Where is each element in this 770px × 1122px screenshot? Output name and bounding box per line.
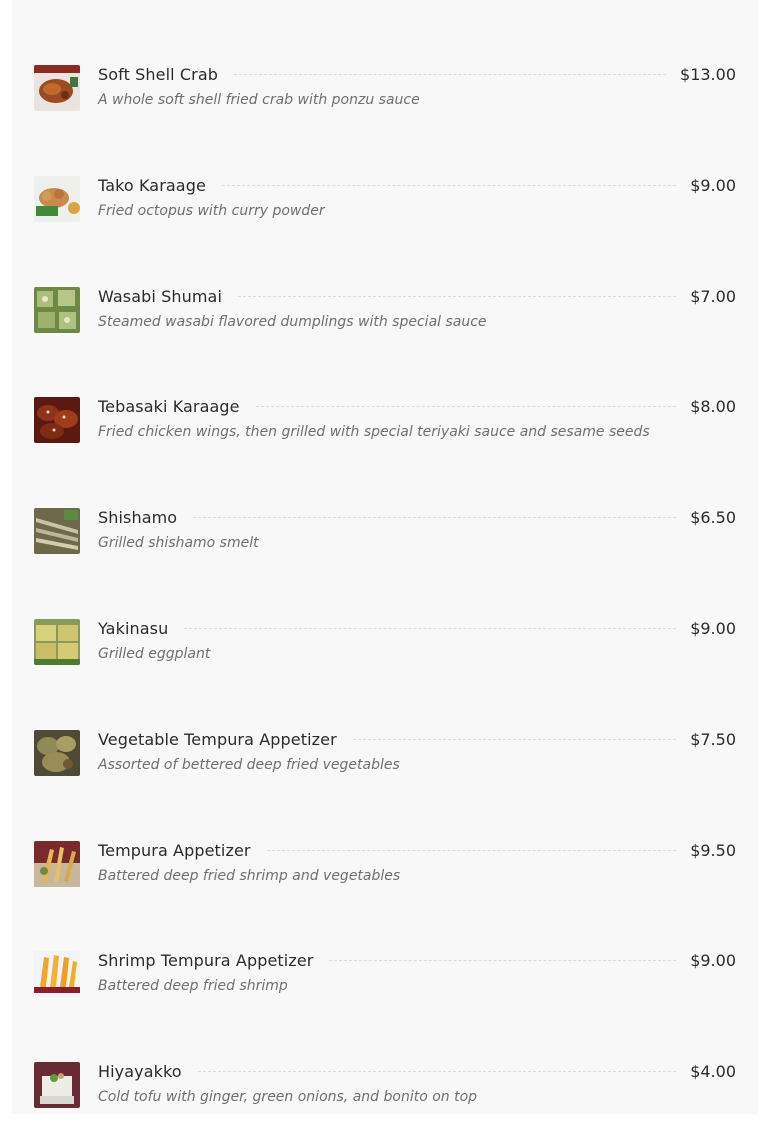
- yakinasu-photo[interactable]: [34, 619, 80, 665]
- menu-item-price: $6.50: [690, 507, 736, 527]
- menu-item-price: $7.50: [690, 729, 736, 749]
- menu-item-tako-karaage[interactable]: Tako Karaage $9.00 Fried octopus with cu…: [34, 176, 736, 236]
- menu-item-description: Battered deep fried shrimp and vegetable…: [98, 868, 401, 884]
- tempura-appetizer-photo[interactable]: [34, 841, 80, 887]
- menu-item-title-row: Hiyayakko $4.00: [98, 1061, 736, 1081]
- menu-item-title-row: Shishamo $6.50: [98, 507, 736, 527]
- menu-item-price: $9.00: [690, 618, 736, 638]
- menu-item-name: Yakinasu: [98, 618, 169, 638]
- soft-shell-crab-photo[interactable]: [34, 65, 80, 111]
- menu-item-name: Wasabi Shumai: [98, 286, 223, 306]
- menu-item-description: Grilled shishamo smelt: [98, 535, 259, 551]
- dotted-leader: [233, 73, 667, 75]
- menu-item-title-row: Vegetable Tempura Appetizer $7.50: [98, 729, 736, 749]
- menu-item-price: $8.00: [690, 396, 736, 416]
- dotted-leader: [184, 627, 677, 629]
- menu-item-tebasaki-karaage[interactable]: Tebasaki Karaage $8.00 Fried chicken win…: [34, 397, 736, 457]
- menu-item-price: $9.00: [690, 175, 736, 195]
- shrimp-tempura-photo[interactable]: [34, 951, 80, 997]
- menu-item-name: Hiyayakko: [98, 1061, 182, 1081]
- dotted-leader: [266, 849, 677, 851]
- menu-item-soft-shell-crab[interactable]: Soft Shell Crab $13.00 A whole soft shel…: [34, 65, 736, 125]
- menu-item-price: $13.00: [680, 64, 736, 84]
- menu-item-description: Fried octopus with curry powder: [98, 203, 325, 219]
- dotted-leader: [255, 405, 677, 407]
- menu-item-yakinasu[interactable]: Yakinasu $9.00 Grilled eggplant: [34, 619, 736, 679]
- menu-item-name: Tebasaki Karaage: [98, 396, 240, 416]
- menu-item-price: $7.00: [690, 286, 736, 306]
- menu-item-title-row: Tako Karaage $9.00: [98, 175, 736, 195]
- menu-item-title-row: Wasabi Shumai $7.00: [98, 286, 736, 306]
- menu-item-shishamo[interactable]: Shishamo $6.50 Grilled shishamo smelt: [34, 508, 736, 568]
- hiyayakko-photo[interactable]: [34, 1062, 80, 1108]
- menu-item-hiyayakko[interactable]: Hiyayakko $4.00 Cold tofu with ginger, g…: [34, 1062, 736, 1122]
- menu-item-title-row: Tempura Appetizer $9.50: [98, 840, 736, 860]
- menu-item-title-row: Tebasaki Karaage $8.00: [98, 396, 736, 416]
- tebasaki-karaage-photo[interactable]: [34, 397, 80, 443]
- shishamo-photo[interactable]: [34, 508, 80, 554]
- menu-item-shrimp-tempura-appetizer[interactable]: Shrimp Tempura Appetizer $9.00 Battered …: [34, 951, 736, 1011]
- menu-item-name: Soft Shell Crab: [98, 64, 218, 84]
- menu-item-description: Assorted of bettered deep fried vegetabl…: [98, 757, 400, 773]
- menu-item-title-row: Shrimp Tempura Appetizer $9.00: [98, 950, 736, 970]
- wasabi-shumai-photo[interactable]: [34, 287, 80, 333]
- menu-item-description: Grilled eggplant: [98, 646, 211, 662]
- menu-item-description: Fried chicken wings, then grilled with s…: [98, 424, 650, 440]
- dotted-leader: [193, 516, 677, 518]
- menu-item-description: Cold tofu with ginger, green onions, and…: [98, 1089, 478, 1105]
- tako-karaage-photo[interactable]: [34, 176, 80, 222]
- menu-item-description: A whole soft shell fried crab with ponzu…: [98, 92, 420, 108]
- menu-item-name: Tempura Appetizer: [98, 840, 251, 860]
- dotted-leader: [352, 738, 677, 740]
- menu-item-description: Battered deep fried shrimp: [98, 978, 288, 994]
- menu-item-name: Shishamo: [98, 507, 178, 527]
- menu-item-name: Tako Karaage: [98, 175, 206, 195]
- menu-item-price: $9.50: [690, 840, 736, 860]
- dotted-leader: [238, 295, 677, 297]
- dotted-leader: [221, 184, 677, 186]
- menu-item-name: Shrimp Tempura Appetizer: [98, 950, 314, 970]
- menu-item-description: Steamed wasabi flavored dumplings with s…: [98, 314, 487, 330]
- menu-item-name: Vegetable Tempura Appetizer: [98, 729, 337, 749]
- menu-item-price: $9.00: [690, 950, 736, 970]
- menu-item-title-row: Soft Shell Crab $13.00: [98, 64, 736, 84]
- menu-item-title-row: Yakinasu $9.00: [98, 618, 736, 638]
- dotted-leader: [197, 1070, 677, 1072]
- dotted-leader: [329, 959, 677, 961]
- menu-item-price: $4.00: [690, 1061, 736, 1081]
- menu-item-vegetable-tempura-appetizer[interactable]: Vegetable Tempura Appetizer $7.50 Assort…: [34, 730, 736, 790]
- menu-item-tempura-appetizer[interactable]: Tempura Appetizer $9.50 Battered deep fr…: [34, 841, 736, 901]
- menu-item-wasabi-shumai[interactable]: Wasabi Shumai $7.00 Steamed wasabi flavo…: [34, 287, 736, 347]
- menu-list: Soft Shell Crab $13.00 A whole soft shel…: [0, 0, 770, 1114]
- vegetable-tempura-photo[interactable]: [34, 730, 80, 776]
